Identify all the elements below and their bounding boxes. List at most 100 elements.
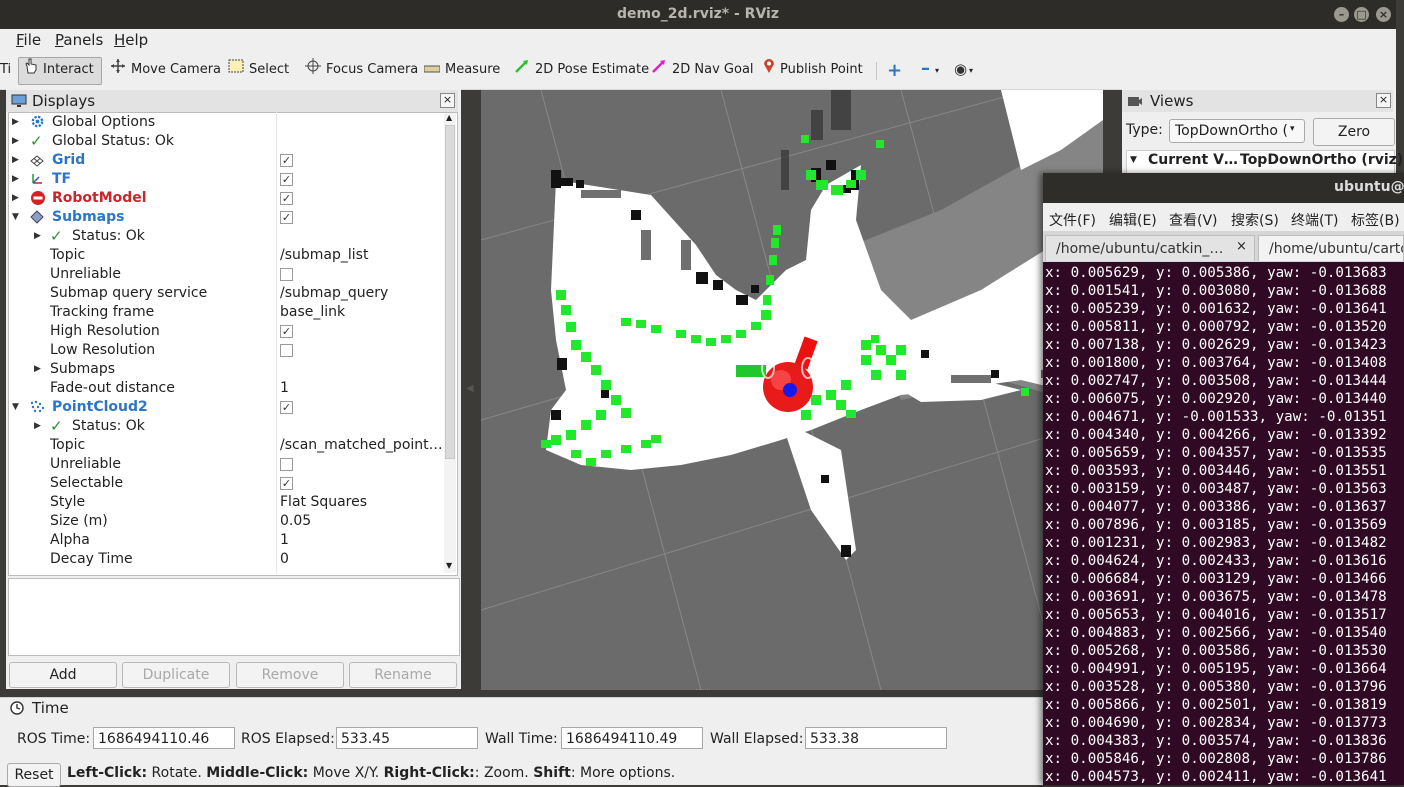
interact-button[interactable]: Interact — [24, 58, 94, 82]
eye-icon[interactable]: ◉ — [954, 60, 967, 78]
tree-row-selectable[interactable]: Selectable ✓ — [8, 474, 444, 493]
tf-checkbox[interactable]: ✓ — [280, 173, 293, 186]
duplicate-button[interactable]: Duplicate — [122, 662, 230, 688]
reset-button[interactable]: Reset — [7, 763, 61, 787]
scroll-down-icon[interactable]: ▼ — [446, 561, 452, 570]
tree-row-submaps-child[interactable]: ▶ Submaps — [8, 360, 444, 379]
tree-row-tf[interactable]: ▶ TF ✓ — [8, 170, 444, 189]
tree-row-high-resolution[interactable]: High Resolution ✓ — [8, 322, 444, 341]
move-camera-button[interactable]: Move Camera — [110, 58, 221, 82]
focus-camera-button[interactable]: Focus Camera — [305, 57, 418, 82]
tree-row-submap-query[interactable]: Submap query service /submap_query — [8, 284, 444, 303]
terminal-tab-1[interactable]: /home/ubuntu/catkin_… — [1045, 235, 1255, 261]
camera-icon — [1127, 94, 1143, 112]
remove-tool-minus-icon[interactable]: – — [921, 58, 930, 79]
tree-row-tracking-frame[interactable]: Tracking frame base_link — [8, 303, 444, 322]
wall-time-field[interactable]: 1686494110.49 — [561, 727, 703, 749]
ros-elapsed-field[interactable]: 533.45 — [336, 727, 478, 749]
menu-file[interactable]: File — [16, 29, 41, 53]
robotmodel-checkbox[interactable]: ✓ — [280, 192, 293, 205]
collapse-left-icon[interactable]: ◀ — [466, 383, 474, 394]
chevron-down-icon[interactable]: ▾ — [969, 66, 973, 75]
nav-goal-button[interactable]: 2D Nav Goal — [651, 58, 754, 82]
maximize-icon[interactable]: □ — [1354, 7, 1369, 22]
tree-row-robotmodel[interactable]: ▶ RobotModel ✓ — [8, 189, 444, 208]
terminal-output[interactable]: x: 0.005629, y: 0.005386, yaw: -0.013683… — [1043, 262, 1404, 785]
tree-row-size[interactable]: Size (m) 0.05 — [8, 512, 444, 531]
render-viewport[interactable] — [481, 90, 1103, 690]
tree-row-submaps-status[interactable]: ▶ ✓ Status: Ok — [8, 227, 444, 246]
tree-row-fade-out[interactable]: Fade-out distance 1 — [8, 379, 444, 398]
tree-row-style[interactable]: Style Flat Squares — [8, 493, 444, 512]
remove-button[interactable]: Remove — [236, 662, 344, 688]
green-arrow-icon — [514, 58, 530, 83]
tree-row-pc-status[interactable]: ▶ ✓ Status: Ok — [8, 417, 444, 436]
splitter-handle[interactable] — [696, 689, 710, 693]
close-panel-icon[interactable]: × — [440, 93, 455, 108]
nav-goal-label: 2D Nav Goal — [672, 62, 754, 77]
expand-arrow-icon[interactable]: ▼ — [1130, 155, 1137, 165]
wall-elapsed-field[interactable]: 533.38 — [805, 727, 947, 749]
tree-row-pc-topic[interactable]: Topic /scan_matched_point… — [8, 436, 444, 455]
terminal-menu-terminal[interactable]: 终端(T) — [1291, 210, 1338, 230]
ros-time-label: ROS Time: — [17, 731, 91, 747]
tree-row-topic[interactable]: Topic /submap_list — [8, 246, 444, 265]
tree-row-global-options[interactable]: ▶ Global Options — [8, 113, 444, 132]
tree-row-submaps[interactable]: ▼ Submaps ✓ — [8, 208, 444, 227]
pose-estimate-button[interactable]: 2D Pose Estimate — [514, 58, 649, 82]
terminal-tab-2[interactable]: /home/ubuntu/carto — [1258, 235, 1404, 261]
terminal-menu-tabs[interactable]: 标签(B) — [1351, 210, 1400, 230]
move-arrows-icon — [110, 58, 126, 83]
unreliable-checkbox[interactable] — [280, 268, 293, 281]
terminal-menu-view[interactable]: 查看(V) — [1169, 210, 1218, 230]
terminal-line: x: 0.004991, y: 0.005195, yaw: -0.013664 — [1045, 661, 1387, 677]
tree-row-unreliable[interactable]: Unreliable — [8, 265, 444, 284]
ros-time-field[interactable]: 1686494110.46 — [93, 727, 235, 749]
close-icon[interactable]: × — [1376, 7, 1391, 22]
terminal-line: x: 0.004883, y: 0.002566, yaw: -0.013540 — [1045, 625, 1387, 641]
tree-scrollbar-thumb[interactable] — [445, 125, 455, 459]
selectable-checkbox[interactable]: ✓ — [280, 477, 293, 490]
low-resolution-checkbox[interactable] — [280, 344, 293, 357]
zero-button[interactable]: Zero — [1313, 118, 1395, 146]
terminal-line: x: 0.004624, y: 0.002433, yaw: -0.013616 — [1045, 553, 1387, 569]
terminal-line: x: 0.001800, y: 0.003764, yaw: -0.013408 — [1045, 355, 1387, 371]
pointcloud2-checkbox[interactable]: ✓ — [280, 401, 293, 414]
chevron-down-icon[interactable]: ▾ — [935, 66, 939, 75]
tree-row-grid[interactable]: ▶ Grid ✓ — [8, 151, 444, 170]
map-canvas[interactable] — [481, 90, 1103, 690]
add-button[interactable]: Add — [9, 662, 117, 688]
terminal-menu-file[interactable]: 文件(F) — [1049, 210, 1096, 230]
terminal-menu-search[interactable]: 搜索(S) — [1231, 210, 1279, 230]
pose-estimate-label: 2D Pose Estimate — [535, 62, 650, 77]
measure-button[interactable]: Measure — [423, 58, 500, 82]
menu-panels[interactable]: Panels — [55, 29, 103, 53]
menu-help[interactable]: Help — [114, 29, 148, 53]
rename-button[interactable]: Rename — [349, 662, 457, 688]
tree-row-global-status[interactable]: ▶ ✓ Global Status: Ok — [8, 132, 444, 151]
terminal-line: x: 0.004077, y: 0.003386, yaw: -0.013637 — [1045, 499, 1387, 515]
tree-row-alpha[interactable]: Alpha 1 — [8, 531, 444, 550]
submaps-checkbox[interactable]: ✓ — [280, 211, 293, 224]
minimize-icon[interactable]: – — [1334, 7, 1349, 22]
terminal-line: x: 0.006684, y: 0.003129, yaw: -0.013466 — [1045, 571, 1387, 587]
pc-unreliable-checkbox[interactable] — [280, 458, 293, 471]
grid-checkbox[interactable]: ✓ — [280, 154, 293, 167]
scroll-up-icon[interactable]: ▲ — [446, 113, 452, 122]
wall-time-label: Wall Time: — [485, 731, 558, 747]
select-button[interactable]: Select — [228, 58, 289, 82]
tree-row-decay-time[interactable]: Decay Time 0 — [8, 550, 444, 569]
tree-row-pc-unreliable[interactable]: Unreliable — [8, 455, 444, 474]
high-resolution-checkbox[interactable]: ✓ — [280, 325, 293, 338]
publish-point-button[interactable]: Publish Point — [763, 58, 863, 82]
tree-row-low-resolution[interactable]: Low Resolution — [8, 341, 444, 360]
close-panel-icon[interactable]: × — [1376, 93, 1391, 108]
close-tab-icon[interactable]: × — [1236, 239, 1247, 254]
tree-row-pointcloud2[interactable]: ▼ PointCloud2 ✓ — [8, 398, 444, 417]
menubar — [0, 29, 1396, 53]
hand-pointer-icon — [24, 58, 38, 83]
views-type-select[interactable]: TopDownOrtho ( ▾ — [1169, 119, 1305, 143]
terminal-menu-edit[interactable]: 编辑(E) — [1109, 210, 1157, 230]
current-view-value: TopDownOrtho (rviz) — [1240, 152, 1404, 168]
add-tool-plus-icon[interactable]: + — [887, 60, 902, 81]
